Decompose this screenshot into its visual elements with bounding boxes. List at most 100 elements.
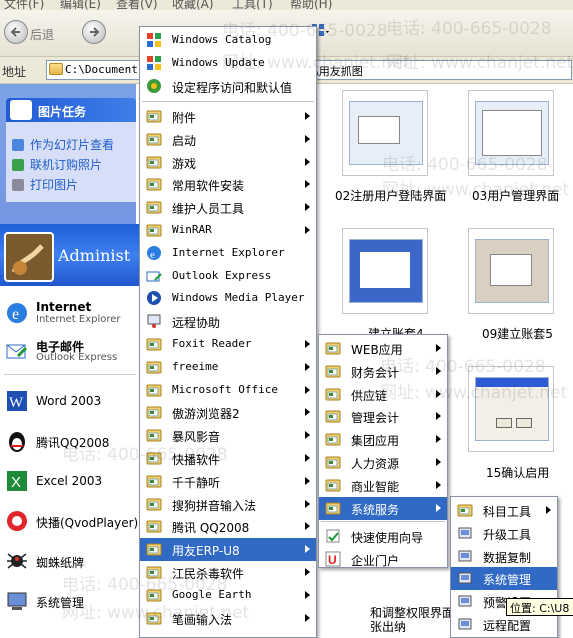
thumbnail[interactable]	[342, 228, 428, 314]
user-avatar[interactable]	[4, 232, 54, 282]
thumbnail-image	[475, 101, 549, 165]
menu-item-u8[interactable]: 快速使用向导	[319, 525, 447, 548]
menu-item-system[interactable]: 数据复制	[451, 545, 557, 568]
program-folder-icon	[146, 384, 162, 397]
order-photos-link[interactable]: 联机订购照片	[12, 156, 102, 173]
program-folder-icon	[146, 475, 162, 488]
slideshow-link[interactable]: 作为幻灯片查看	[12, 136, 114, 153]
start-item-qq[interactable]: 腾讯QQ2008	[0, 424, 140, 460]
submenu-arrow-icon	[436, 481, 441, 489]
submenu-arrow-icon	[436, 344, 441, 352]
menu-item-u8[interactable]: 人力资源	[319, 451, 447, 474]
menu-item-windows-update[interactable]: Windows Update	[140, 52, 316, 75]
start-menu: Administ e Internet Internet Explorer 电子…	[0, 224, 141, 636]
menu-item-label: 常用软件安装	[172, 179, 245, 193]
program-folder-icon	[146, 589, 162, 602]
submenu-arrow-icon	[436, 390, 441, 398]
forward-button[interactable]	[82, 20, 106, 44]
menu-item-program[interactable]: 维护人员工具	[140, 196, 316, 219]
menu-item-program[interactable]: e Internet Explorer	[140, 242, 316, 265]
menu-item-program[interactable]: Outlook Express	[140, 265, 316, 288]
print-pictures-link[interactable]: 打印图片	[12, 176, 78, 193]
menu-item-system[interactable]: 系统管理	[451, 567, 557, 590]
picture-tasks-header[interactable]: 图片任务	[6, 98, 136, 122]
thumbnail[interactable]	[468, 228, 554, 314]
menu-item-system[interactable]: 远程配置	[451, 613, 557, 636]
start-item-title: Word 2003	[36, 394, 102, 408]
menu-item-program[interactable]: Foxit Reader	[140, 333, 316, 356]
program-folder-icon	[146, 566, 162, 579]
thumbnail[interactable]	[342, 90, 428, 176]
start-item-word[interactable]: W Word 2003	[0, 384, 140, 420]
menu-item-label: 远程配置	[483, 619, 532, 633]
program-folder-icon	[325, 433, 341, 446]
menu-item-program[interactable]: 江民杀毒软件	[140, 561, 316, 584]
start-item-title: 蜘蛛纸牌	[36, 556, 85, 570]
menu-item-program[interactable]: Google Earth	[140, 584, 316, 607]
start-item-spider[interactable]: 蜘蛛纸牌	[0, 544, 140, 580]
submenu-arrow-icon	[305, 340, 310, 348]
menu-item-windows-catalog[interactable]: Windows Catalog	[140, 29, 316, 52]
menu-item-label: 笔画输入法	[172, 613, 233, 627]
menu-item-program[interactable]: Microsoft Office	[140, 379, 316, 402]
menu-item-u8[interactable]: 供应链	[319, 383, 447, 406]
menu-item-program[interactable]: freeime	[140, 356, 316, 379]
submenu-arrow-icon	[436, 367, 441, 375]
menu-file[interactable]: 文件(F)	[4, 0, 44, 10]
menu-item-program[interactable]: 快播软件	[140, 447, 316, 470]
thumbnail[interactable]	[468, 90, 554, 176]
submenu-arrow-icon	[546, 506, 551, 514]
menu-view[interactable]: 查看(V)	[116, 0, 158, 10]
menu-item-u8[interactable]: U 企业门户	[319, 548, 447, 571]
menu-item-label: Outlook Express	[172, 269, 272, 282]
menu-item-u8[interactable]: 商业智能	[319, 474, 447, 497]
start-item-internet[interactable]: e Internet Internet Explorer	[0, 296, 140, 332]
menu-item-program[interactable]: 启动	[140, 128, 316, 151]
guitar-icon	[11, 244, 44, 275]
menu-item-program[interactable]: 笔画输入法	[140, 607, 316, 630]
menu-edit[interactable]: 编辑(E)	[60, 0, 101, 10]
menu-tools[interactable]: 工具(T)	[232, 0, 273, 10]
menu-item-program[interactable]: Windows Media Player	[140, 287, 316, 310]
menu-item-label: Microsoft Office	[172, 383, 278, 396]
menu-item-program[interactable]: 暴风影音	[140, 424, 316, 447]
back-button[interactable]	[4, 20, 28, 44]
svg-text:W: W	[9, 395, 24, 411]
menu-item-program[interactable]: 常用软件安装	[140, 173, 316, 196]
program-folder-icon	[146, 133, 162, 146]
menu-item-label: 快播软件	[172, 453, 221, 467]
system-services-submenu: 科目工具升级工具数据复制系统管理预警设置远程配置	[450, 496, 558, 638]
menu-item-label: 商业智能	[351, 480, 400, 494]
menu-item-program[interactable]: 千千静听	[140, 470, 316, 493]
menu-item-u8[interactable]: 管理会计	[319, 405, 447, 428]
menu-item-u8[interactable]: WEB应用	[319, 337, 447, 360]
menu-favorites[interactable]: 收藏(A)	[172, 0, 214, 10]
menu-item-program[interactable]: 远程协助	[140, 310, 316, 333]
windows-catalog-icon	[147, 33, 161, 47]
program-folder-icon	[146, 361, 162, 374]
menu-item-system[interactable]: 升级工具	[451, 522, 557, 545]
menu-item-label: 财务会计	[351, 366, 400, 380]
start-item-email[interactable]: 电子邮件 Outlook Express	[0, 334, 140, 370]
menu-item-program[interactable]: WinRAR	[140, 219, 316, 242]
menu-item-label: 附件	[172, 111, 197, 125]
menu-item-u8[interactable]: 系统服务	[319, 497, 447, 520]
menu-item-program[interactable]: 游戏	[140, 151, 316, 174]
menu-item-program[interactable]: 用友ERP-U8	[140, 538, 316, 561]
menu-item-program[interactable]: 腾讯 QQ2008	[140, 515, 316, 538]
start-item-system-admin[interactable]: 系统管理	[0, 584, 140, 620]
start-item-excel[interactable]: X Excel 2003	[0, 464, 140, 500]
menu-item-program[interactable]: 附件	[140, 105, 316, 128]
menu-help[interactable]: 帮助(H)	[290, 0, 332, 10]
menu-item-program-access[interactable]: 设定程序访问和默认值	[140, 75, 316, 98]
thumbnail[interactable]	[468, 366, 554, 452]
submenu-arrow-icon	[305, 614, 310, 622]
menu-item-u8[interactable]: 集团应用	[319, 428, 447, 451]
menu-item-u8[interactable]: 财务会计	[319, 360, 447, 383]
menu-item-system[interactable]: 科目工具	[451, 499, 557, 522]
menu-item-label: 快速使用向导	[351, 531, 424, 545]
menu-item-program[interactable]: 搜狗拼音输入法	[140, 493, 316, 516]
start-item-qvod[interactable]: 快播(QvodPlayer)	[0, 504, 140, 540]
menu-item-program[interactable]: 傲游浏览器2	[140, 401, 316, 424]
back-label: 后退	[30, 28, 55, 42]
